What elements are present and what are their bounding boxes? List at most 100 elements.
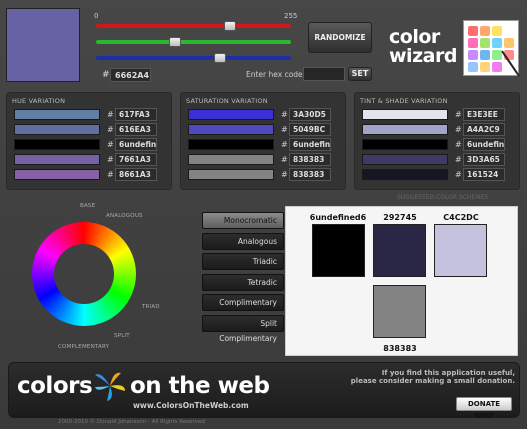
footer-banner: colors on the web www.ColorsOnTheWeb.com… <box>8 362 520 420</box>
blue-slider-thumb[interactable] <box>213 53 226 63</box>
panel-title: HUE VARIATION <box>12 97 66 105</box>
hash-label: # <box>281 170 288 179</box>
scheme-color-swatch <box>373 224 426 277</box>
hash-label: # <box>455 110 462 119</box>
hash-label: # <box>455 140 462 149</box>
color-wheel[interactable] <box>32 222 136 326</box>
variation-swatch[interactable] <box>362 154 448 165</box>
color-wheel-center <box>54 244 114 304</box>
variation-hex-value[interactable]: A4A2C9 <box>463 123 505 136</box>
variation-hex-value[interactable]: 8661A3 <box>115 168 157 181</box>
suggested-schemes-title: SUGGESTED COLOR SCHEMES <box>397 194 488 201</box>
hash-label: # <box>455 155 462 164</box>
scheme-color-label: C4C2DC <box>443 213 479 222</box>
hash-label: # <box>455 170 462 179</box>
variation-panel: HUE VARIATION#617FA3#616EA3#6undefine#76… <box>6 92 172 190</box>
hash-label: # <box>455 125 462 134</box>
variation-hex-value[interactable]: 616EA3 <box>115 123 157 136</box>
wheel-label-triad: TRIAD <box>142 304 160 310</box>
hex-code-input[interactable] <box>303 67 345 81</box>
variation-swatch[interactable] <box>188 169 274 180</box>
variation-swatch[interactable] <box>188 109 274 120</box>
variation-panel: SATURATION VARIATION #3A30D5 #5049BC #6unde… <box>180 92 346 190</box>
panel-title: SATURATION VARIATION <box>186 97 268 105</box>
color-wheel-area: BASE ANALOGOUS TRIAD SPLIT COMPLEMENTARY <box>14 196 184 358</box>
current-color-swatch <box>6 8 80 82</box>
variation-hex-value[interactable]: 838383 <box>289 168 331 181</box>
hash-label: # <box>281 140 288 149</box>
brand-logo-icon <box>93 369 127 403</box>
red-slider-thumb[interactable] <box>224 21 237 31</box>
variation-hex-value[interactable]: 617FA3 <box>115 108 157 121</box>
variation-hex-value[interactable]: 6undefine <box>463 138 505 151</box>
variation-hex-value[interactable]: 3D3A65 <box>463 153 505 166</box>
hash-label: # <box>107 170 114 179</box>
variation-hex-value[interactable]: 161524 <box>463 168 505 181</box>
wheel-label-analogous: ANALOGOUS <box>106 213 143 219</box>
variation-swatch[interactable] <box>188 139 274 150</box>
variation-hex-value[interactable]: 3A30D5 <box>289 108 331 121</box>
variation-swatch[interactable] <box>362 109 448 120</box>
hash-label: # <box>107 155 114 164</box>
variation-hex-value[interactable]: 7661A3 <box>115 153 157 166</box>
wheel-label-base: BASE <box>80 203 96 209</box>
hex-value-field[interactable]: 6662A4 <box>110 68 151 82</box>
hash-label: # <box>107 125 114 134</box>
variation-swatch[interactable] <box>362 169 448 180</box>
variation-hex-value[interactable]: 838383 <box>289 153 331 166</box>
hash-label: # <box>107 110 114 119</box>
variation-hex-value[interactable]: 6undefine <box>115 138 157 151</box>
variation-swatch[interactable] <box>14 154 100 165</box>
set-button[interactable]: SET <box>348 67 372 81</box>
scheme-color-swatch <box>434 224 487 277</box>
scheme-color-label: 838383 <box>383 344 417 353</box>
app-window: 0 255 # 6662A4 Enter hex code: SET RANDO… <box>0 0 527 429</box>
hash-label: # <box>281 110 288 119</box>
variation-hex-value[interactable]: 5049BC <box>289 123 331 136</box>
slider-max-label: 255 <box>284 12 298 20</box>
hex-hash: # <box>102 70 110 80</box>
variation-swatch[interactable] <box>14 109 100 120</box>
variation-swatch[interactable] <box>14 124 100 135</box>
variation-swatch[interactable] <box>188 154 274 165</box>
logo-text: color wizard <box>389 28 457 66</box>
scheme-button-analogous[interactable]: Analogous <box>202 232 284 250</box>
randomize-button[interactable]: RANDOMIZE <box>308 22 372 53</box>
hex-input-label: Enter hex code: <box>246 70 306 79</box>
variation-swatch[interactable] <box>188 124 274 135</box>
scheme-button-monocromatic[interactable]: Monocromatic <box>202 212 284 229</box>
variation-hex-value[interactable]: 6undefine <box>289 138 331 151</box>
scheme-button-split-complimentary[interactable]: Split Complimentary <box>202 314 284 343</box>
variation-hex-value[interactable]: E3E3EE <box>463 108 505 121</box>
donate-now-button[interactable]: DONATE NOW <box>456 397 512 420</box>
variation-swatch[interactable] <box>362 139 448 150</box>
scheme-preview-panel: 6undefined6 292745 C4C2DC 838383 <box>285 206 518 356</box>
palette-icon <box>463 20 520 77</box>
green-slider-thumb[interactable] <box>169 37 182 47</box>
scheme-color-swatch <box>312 224 365 277</box>
variation-swatch[interactable] <box>362 124 448 135</box>
scheme-color-swatch <box>373 285 426 338</box>
blue-slider[interactable] <box>96 53 291 63</box>
donation-message-line1: If you find this application useful, <box>381 369 515 377</box>
donation-message-line2: please consider making a small donation. <box>350 377 515 385</box>
scheme-button-complimentary[interactable]: Complimentary <box>202 294 284 311</box>
hash-label: # <box>281 155 288 164</box>
green-slider[interactable] <box>96 37 291 47</box>
scheme-button-triadic[interactable]: Triadic <box>202 253 284 270</box>
wheel-label-split: SPLIT <box>114 333 130 339</box>
variation-swatch[interactable] <box>14 139 100 150</box>
brand-text-left: colors <box>17 373 93 399</box>
scheme-button-tetradic[interactable]: Tetradic <box>202 273 284 291</box>
variation-panel: TINT & SHADE VARIATION # E3E3EE # A4A2C9 #6un… <box>354 92 520 190</box>
scheme-color-label: 292745 <box>383 213 417 222</box>
copyright-text: 2000-2010 © Donald Johansson - All Right… <box>58 419 205 425</box>
red-slider[interactable] <box>96 21 291 31</box>
hash-label: # <box>281 125 288 134</box>
panel-title: TINT & SHADE VARIATION <box>360 97 448 105</box>
scheme-color-label: 6undefined6 <box>309 213 367 222</box>
variation-swatch[interactable] <box>14 169 100 180</box>
slider-min-label: 0 <box>94 12 99 20</box>
logo-line-2: wizard <box>389 45 457 67</box>
brand-url[interactable]: www.ColorsOnTheWeb.com <box>133 401 249 410</box>
